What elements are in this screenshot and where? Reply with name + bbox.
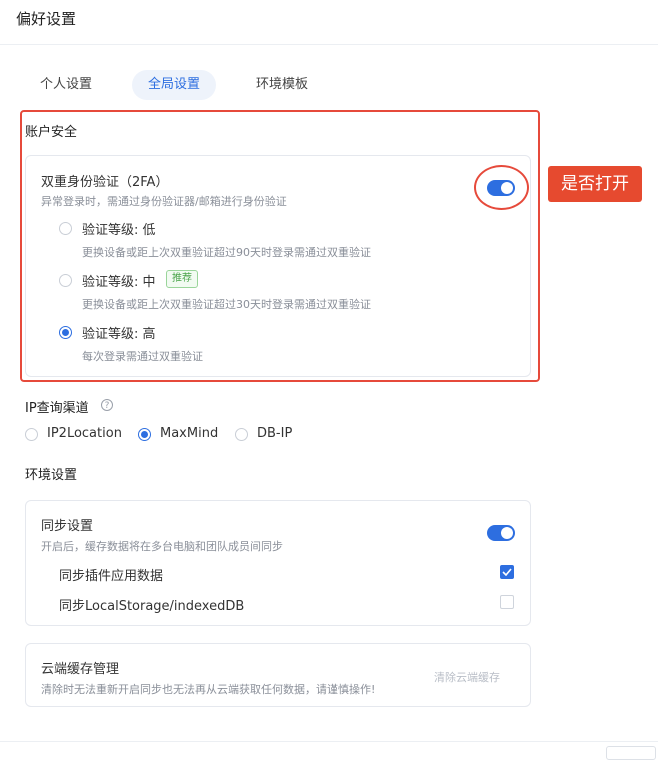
cloud-cache-description: 清除时无法重新开启同步也无法再从云端获取任何数据，请谨慎操作! [41,683,376,696]
maxmind-radio[interactable] [138,428,151,441]
ip-channel-title: IP查询渠道 [25,401,89,416]
sync-toggle[interactable] [487,525,515,541]
maxmind-label: MaxMind [160,426,219,441]
footer-divider [0,741,658,742]
dbip-radio[interactable] [235,428,248,441]
ip2location-label: IP2Location [47,426,122,441]
sync-title: 同步设置 [41,519,94,534]
sync-localstorage-label: 同步LocalStorage/indexedDB [59,599,245,614]
dbip-label: DB-IP [257,426,293,441]
sync-localstorage-checkbox[interactable] [500,595,514,609]
check-icon [502,568,512,576]
footer-button-edge[interactable] [606,746,656,760]
annotation-circle [474,165,529,210]
sync-plugin-data-checkbox[interactable] [500,565,514,579]
ip2location-radio[interactable] [25,428,38,441]
header-divider [0,44,658,45]
annotation-callout: 是否打开 [548,166,642,202]
tab-env-templates[interactable]: 环境模板 [240,70,324,100]
sync-description: 开启后，缓存数据将在多台电脑和团队成员间同步 [41,540,283,553]
annotation-frame [20,110,540,382]
clear-cloud-cache-button[interactable]: 清除云端缓存 [434,669,500,685]
sync-card: 同步设置 开启后，缓存数据将在多台电脑和团队成员间同步 同步插件应用数据 同步L… [25,500,531,626]
cloud-cache-title: 云端缓存管理 [41,662,120,677]
section-title-env-settings: 环境设置 [25,468,78,483]
tab-global-settings[interactable]: 全局设置 [132,70,217,100]
tab-personal-settings[interactable]: 个人设置 [24,70,108,100]
sync-plugin-data-label: 同步插件应用数据 [59,569,164,584]
help-icon[interactable]: ? [101,399,113,411]
cloud-cache-card: 云端缓存管理 清除时无法重新开启同步也无法再从云端获取任何数据，请谨慎操作! 清… [25,643,531,707]
page-title: 偏好设置 [16,10,77,28]
